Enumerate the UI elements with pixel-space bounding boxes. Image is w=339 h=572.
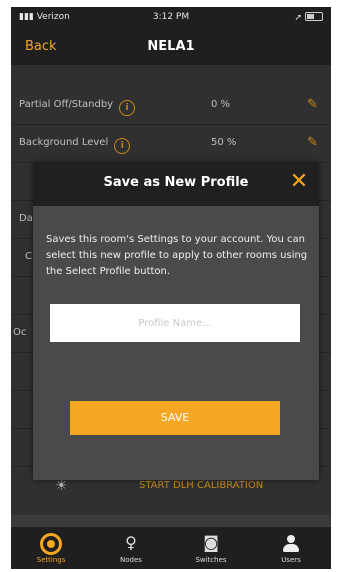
tab-switches[interactable]: ◙ Switches [171,527,251,569]
tab-label: Switches [195,556,227,564]
tab-nodes[interactable]: ♀ Nodes [91,527,171,569]
dialog-description: Saves this room's Settings to your accou… [46,234,308,277]
user-icon [251,530,331,556]
save-profile-dialog: Save as New Profile ✕ Saves this room's … [33,162,319,480]
tab-users[interactable]: Users [251,527,331,569]
switch-icon: ◙ [203,533,219,552]
location-icon: ➚ [294,13,302,23]
settings-icon [11,530,91,556]
profile-name-input[interactable] [50,304,300,342]
dialog-title: Save as New Profile [103,175,249,190]
tab-label: Users [281,556,301,564]
close-icon[interactable]: ✕ [285,168,313,196]
lightbulb-icon: ♀ [125,533,137,552]
tab-settings[interactable]: Settings [11,527,91,569]
battery-icon [305,12,323,21]
status-bar: ▮▮▮ Verizon 3:12 PM ➚ [11,7,331,29]
battery-area: ➚ [294,12,323,23]
tab-label: Settings [36,556,66,564]
save-button[interactable]: SAVE [70,401,280,435]
dialog-header: Save as New Profile ✕ [33,162,319,206]
tab-label: Nodes [120,556,142,564]
status-time: 3:12 PM [152,12,190,22]
page-title: NELA1 [147,39,195,54]
phone-screen: ▮▮▮ Verizon 3:12 PM ➚ Back NELA1 Partial… [11,7,331,569]
tab-bar: Settings ♀ Nodes ◙ Switches Users [11,527,331,569]
nav-bar: Back NELA1 [11,29,331,65]
